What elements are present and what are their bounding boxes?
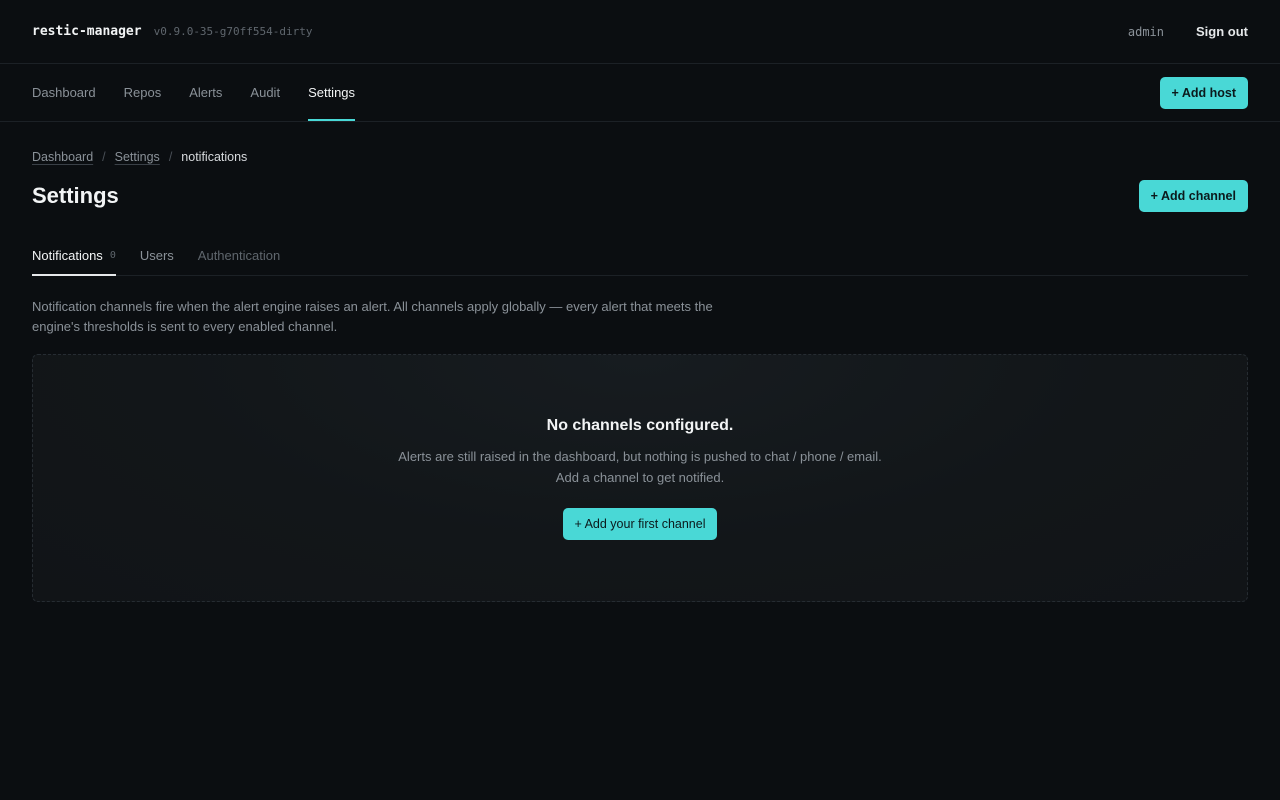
tab-authentication[interactable]: Authentication <box>198 236 280 276</box>
empty-state-card: No channels configured. Alerts are still… <box>32 354 1248 602</box>
title-row: Settings + Add channel <box>32 178 1248 214</box>
nav-links: Dashboard Repos Alerts Audit Settings <box>32 64 356 121</box>
tab-notifications[interactable]: Notifications 0 <box>32 236 116 276</box>
brand: restic-manager v0.9.0-35-g70ff554-dirty <box>32 24 313 39</box>
username: admin <box>1127 24 1164 39</box>
nav-link-repos[interactable]: Repos <box>124 64 162 121</box>
tab-label: Users <box>139 247 174 263</box>
sign-out-button[interactable]: Sign out <box>1196 24 1248 39</box>
nav-link-settings[interactable]: Settings <box>308 64 356 121</box>
page-title: Settings <box>32 183 119 208</box>
breadcrumb-settings[interactable]: Settings <box>115 150 160 164</box>
breadcrumb-current: notifications <box>181 150 248 164</box>
breadcrumb-dashboard[interactable]: Dashboard <box>32 150 93 164</box>
add-host-button[interactable]: + Add host <box>1159 76 1248 109</box>
nav-link-alerts[interactable]: Alerts <box>189 64 222 121</box>
empty-state-title: No channels configured. <box>546 416 734 434</box>
tab-label: Authentication <box>197 247 281 263</box>
tab-count-badge: 0 <box>109 249 116 261</box>
main-content: Dashboard / Settings / notifications Set… <box>0 122 1280 602</box>
empty-state-text: Alerts are still raised in the dashboard… <box>398 448 882 485</box>
section-description: Notification channels fire when the aler… <box>32 299 713 334</box>
nav-link-audit[interactable]: Audit <box>250 64 280 121</box>
main-nav: Dashboard Repos Alerts Audit Settings + … <box>0 64 1280 122</box>
breadcrumb-separator: / <box>102 150 106 164</box>
nav-link-dashboard[interactable]: Dashboard <box>32 64 96 121</box>
tab-users[interactable]: Users <box>140 236 174 276</box>
breadcrumb-separator: / <box>168 150 173 164</box>
breadcrumb: Dashboard / Settings / notifications <box>32 150 1248 164</box>
user-area: admin Sign out <box>1128 24 1248 39</box>
top-header: restic-manager v0.9.0-35-g70ff554-dirty … <box>0 0 1280 64</box>
tab-label: Notifications <box>32 247 103 263</box>
nav-actions: + Add host <box>1159 64 1248 121</box>
app-name[interactable]: restic-manager <box>32 24 142 39</box>
add-first-channel-button[interactable]: + Add your first channel <box>562 507 718 540</box>
add-channel-button[interactable]: + Add channel <box>1138 180 1248 212</box>
app-version: v0.9.0-35-g70ff554-dirty <box>153 25 313 38</box>
settings-tabs: Notifications 0 Users Authentication <box>32 236 1248 276</box>
